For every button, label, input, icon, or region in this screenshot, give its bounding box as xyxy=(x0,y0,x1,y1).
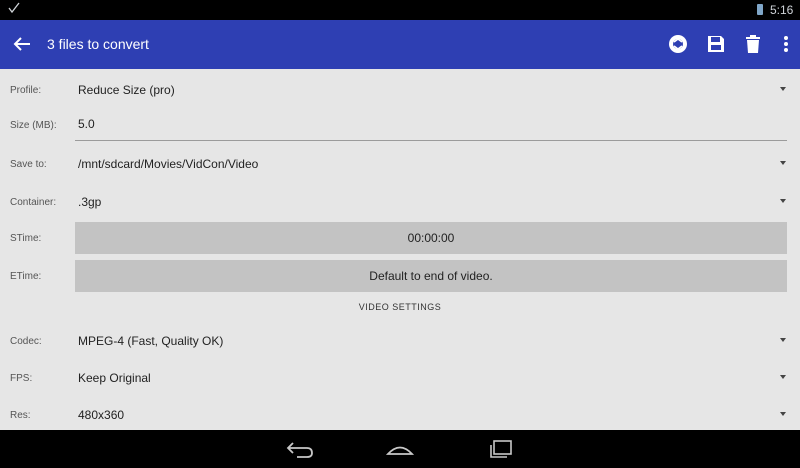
profile-select[interactable]: Reduce Size (pro) xyxy=(78,83,175,97)
save-to-label: Save to: xyxy=(10,159,47,170)
convert-icon[interactable] xyxy=(666,32,690,56)
profile-dropdown-icon[interactable] xyxy=(780,87,786,91)
res-label: Res: xyxy=(10,410,31,421)
stime-button[interactable]: 00:00:00 xyxy=(75,222,787,254)
size-input-underline xyxy=(75,140,787,141)
size-label: Size (MB): xyxy=(10,120,57,131)
etime-button[interactable]: Default to end of video. xyxy=(75,260,787,292)
battery-icon xyxy=(757,4,763,15)
size-input[interactable]: 5.0 xyxy=(78,117,95,131)
stime-label: STime: xyxy=(10,233,42,244)
status-time: 5:16 xyxy=(770,3,794,17)
container-select[interactable]: .3gp xyxy=(78,195,101,209)
fps-dropdown-icon[interactable] xyxy=(780,375,786,379)
more-vert-icon[interactable] xyxy=(774,32,798,56)
nav-back-icon[interactable] xyxy=(285,438,315,460)
fps-label: FPS: xyxy=(10,373,33,384)
codec-dropdown-icon[interactable] xyxy=(780,338,786,342)
save-to-dropdown-icon[interactable] xyxy=(780,161,786,165)
delete-icon[interactable] xyxy=(741,32,765,56)
size-row: Size (MB): 5.0 xyxy=(0,115,800,145)
container-dropdown-icon[interactable] xyxy=(780,199,786,203)
etime-row: ETime: Default to end of video. xyxy=(0,259,800,293)
container-row: Container: .3gp xyxy=(0,193,800,219)
save-icon[interactable] xyxy=(704,32,728,56)
page-title: 3 files to convert xyxy=(47,36,149,52)
nav-recents-icon[interactable] xyxy=(485,438,515,460)
fps-row: FPS: Keep Original xyxy=(0,369,800,395)
fps-select[interactable]: Keep Original xyxy=(78,371,151,385)
convert-settings-form: Profile: Reduce Size (pro) Size (MB): 5.… xyxy=(0,69,800,430)
res-row: Res: 480x360 xyxy=(0,406,800,430)
profile-row: Profile: Reduce Size (pro) xyxy=(0,81,800,107)
nav-bar xyxy=(0,430,800,468)
video-settings-header: VIDEO SETTINGS xyxy=(358,302,442,312)
etime-label: ETime: xyxy=(10,271,42,282)
codec-label: Codec: xyxy=(10,336,42,347)
check-icon xyxy=(8,2,20,17)
status-bar: 5:16 xyxy=(0,0,800,20)
back-arrow-icon[interactable] xyxy=(10,32,34,56)
nav-home-icon[interactable] xyxy=(385,438,415,460)
stime-row: STime: 00:00:00 xyxy=(0,221,800,255)
res-dropdown-icon[interactable] xyxy=(780,412,786,416)
container-label: Container: xyxy=(10,197,57,208)
codec-row: Codec: MPEG-4 (Fast, Quality OK) xyxy=(0,332,800,358)
save-to-select[interactable]: /mnt/sdcard/Movies/VidCon/Video xyxy=(78,157,258,171)
codec-select[interactable]: MPEG-4 (Fast, Quality OK) xyxy=(78,334,223,348)
res-select[interactable]: 480x360 xyxy=(78,408,124,422)
app-bar: 3 files to convert xyxy=(0,20,800,69)
save-to-row: Save to: /mnt/sdcard/Movies/VidCon/Video xyxy=(0,155,800,181)
profile-label: Profile: xyxy=(10,85,42,96)
